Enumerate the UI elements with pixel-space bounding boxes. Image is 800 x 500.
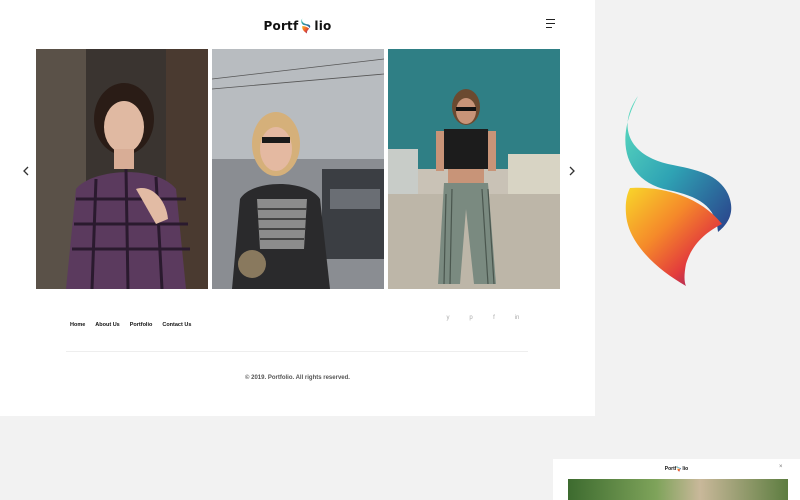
template-preview-page: Portf lio Home About Us Portfolio Contac… <box>0 0 595 416</box>
linkedin-icon[interactable]: in <box>513 315 521 321</box>
brand-logo-large-icon <box>625 96 732 286</box>
mini-logo-text-left: Portf <box>664 465 677 472</box>
logo-text-left: Portf <box>263 19 299 33</box>
facebook-icon[interactable]: f <box>490 315 498 321</box>
photo-woman-striped-pants <box>388 49 560 289</box>
footer-link-home[interactable]: Home <box>70 322 85 328</box>
chevron-right-icon[interactable] <box>567 164 577 178</box>
footer-link-about-us[interactable]: About Us <box>95 322 119 328</box>
gallery-photo-3[interactable] <box>388 49 560 289</box>
gallery-photo-1[interactable] <box>36 49 208 289</box>
footer-link-contact-us[interactable]: Contact Us <box>162 322 191 328</box>
photo-woman-plaid-shirt <box>36 49 208 289</box>
hamburger-menu-icon[interactable] <box>546 19 555 28</box>
site-logo[interactable]: Portf lio <box>0 16 595 36</box>
logo-text-right: lio <box>314 19 332 33</box>
close-icon[interactable]: × <box>779 464 783 470</box>
mini-preview-panel[interactable]: Portf lio × <box>553 459 800 500</box>
photo-woman-sunglasses-car <box>212 49 384 289</box>
gallery-photo-2[interactable] <box>212 49 384 289</box>
footer-link-portfolio[interactable]: Portfolio <box>130 322 153 328</box>
mini-preview-photo <box>568 479 788 500</box>
mini-logo-text-right: lio <box>682 465 689 472</box>
logo-mark-icon <box>301 18 311 34</box>
pinterest-icon[interactable]: p <box>467 315 475 321</box>
copyright-text: © 2019. Portfolio. All rights reserved. <box>245 375 350 381</box>
chevron-left-icon[interactable] <box>21 164 31 178</box>
social-links: y p f in <box>444 315 521 321</box>
footer-divider <box>66 351 528 352</box>
mini-site-logo: Portf lio <box>553 465 800 472</box>
twitter-icon[interactable]: y <box>444 315 452 321</box>
footer-nav: Home About Us Portfolio Contact Us <box>70 322 191 328</box>
